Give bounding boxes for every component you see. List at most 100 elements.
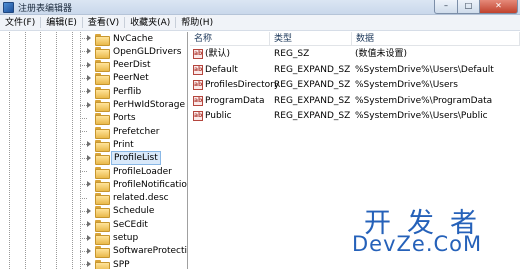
- tree-guide-line: [25, 32, 26, 269]
- folder-icon: [95, 233, 110, 245]
- tree-connector: [80, 264, 87, 266]
- tree-item[interactable]: ProfileNotification: [80, 178, 187, 192]
- tree-item-label: Schedule: [113, 206, 155, 217]
- tree-item[interactable]: SoftwareProtectionPlatform: [80, 245, 187, 259]
- tree-connector: [80, 144, 87, 146]
- window-title: 注册表编辑器: [18, 4, 73, 14]
- value-name: (默认): [205, 49, 231, 59]
- tree-item[interactable]: PeerNet: [80, 72, 151, 86]
- value-row[interactable]: ab Public REG_EXPAND_SZ %SystemDrive%\Users…: [190, 109, 520, 123]
- value-type: REG_EXPAND_SZ: [274, 111, 351, 121]
- expand-arrow-icon[interactable]: [87, 48, 91, 55]
- menu-view[interactable]: 查看(V): [83, 15, 124, 31]
- key-tree[interactable]: NvCache OpenGLDrivers PeerDist PeerNet Perfl…: [0, 32, 188, 269]
- value-name: Default: [205, 64, 238, 75]
- menu-edit[interactable]: 编辑(E): [41, 15, 82, 31]
- tree-item[interactable]: NvCache: [80, 32, 155, 46]
- expand-arrow-icon[interactable]: [87, 88, 91, 95]
- tree-item-label: Perflib: [113, 86, 142, 97]
- value-row[interactable]: ab (默认) REG_SZ (数值未设置): [190, 47, 520, 61]
- tree-item[interactable]: ProfileList: [80, 151, 161, 166]
- tree-item-label: related.desc: [113, 193, 169, 204]
- close-button[interactable]: ✕: [480, 0, 518, 14]
- folder-icon: [95, 139, 110, 152]
- tree-item-label: OpenGLDrivers: [113, 46, 182, 57]
- tree-connector: [80, 117, 87, 119]
- expand-arrow-icon[interactable]: [87, 181, 91, 188]
- regedit-icon: [3, 2, 14, 13]
- menu-file[interactable]: 文件(F): [0, 15, 40, 31]
- expand-arrow-icon[interactable]: [87, 141, 91, 148]
- column-header-data[interactable]: 数据: [352, 32, 520, 46]
- watermark-en: DevZe.CoM: [352, 232, 483, 256]
- tree-item[interactable]: SeCEdit: [80, 218, 150, 232]
- tree-item[interactable]: OpenGLDrivers: [80, 45, 183, 59]
- expand-arrow-icon[interactable]: [87, 247, 91, 254]
- folder-icon: [95, 246, 110, 259]
- tree-connector: [80, 184, 87, 186]
- column-header-type[interactable]: 类型: [270, 32, 352, 46]
- tree-item[interactable]: PerHwIdStorage: [80, 99, 187, 112]
- tree-item-label: PeerNet: [113, 73, 149, 84]
- tree-item[interactable]: Print: [80, 138, 136, 152]
- folder-icon: [95, 153, 110, 166]
- folder-icon: [95, 126, 110, 139]
- expand-arrow-icon[interactable]: [87, 234, 91, 241]
- value-type: REG_EXPAND_SZ: [274, 64, 351, 75]
- tree-item[interactable]: Schedule: [80, 205, 156, 219]
- folder-icon: [95, 60, 110, 73]
- expand-arrow-icon[interactable]: [87, 74, 91, 81]
- expand-arrow-icon[interactable]: [87, 221, 91, 228]
- tree-item[interactable]: Perflib: [80, 85, 143, 99]
- tree-connector: [80, 171, 87, 172]
- value-data: (数值未设置): [355, 49, 408, 59]
- value-name: Public: [205, 111, 232, 121]
- menu-help[interactable]: 帮助(H): [176, 15, 218, 31]
- tree-item-label: setup: [113, 233, 139, 243]
- expand-arrow-icon[interactable]: [87, 101, 91, 108]
- value-row[interactable]: ab ProgramData REG_EXPAND_SZ %SystemDrive%\…: [190, 94, 520, 108]
- tree-guide-line: [9, 32, 10, 269]
- value-row[interactable]: ab Default REG_EXPAND_SZ %SystemDrive%\User…: [190, 63, 520, 77]
- value-data: %SystemDrive%\Users: [355, 80, 458, 90]
- expand-arrow-icon[interactable]: [87, 61, 91, 68]
- folder-icon: [95, 113, 110, 126]
- tree-item[interactable]: setup: [80, 232, 140, 245]
- tree-connector: [80, 104, 87, 106]
- expand-arrow-icon[interactable]: [87, 261, 91, 268]
- value-data: %SystemDrive%\ProgramData: [355, 95, 493, 106]
- minimize-button[interactable]: –: [434, 0, 458, 14]
- value-type: REG_EXPAND_SZ: [274, 95, 351, 106]
- tree-item[interactable]: ProfileLoader: [80, 165, 174, 179]
- ab-string-icon: ab: [193, 111, 203, 121]
- expand-arrow-icon[interactable]: [87, 154, 91, 161]
- folder-icon: [95, 46, 110, 59]
- ab-string-icon: ab: [193, 95, 203, 106]
- menu-bar: 文件(F) 编辑(E) 查看(V) 收藏夹(A) 帮助(H): [0, 15, 520, 31]
- expand-arrow-icon[interactable]: [87, 35, 91, 41]
- tree-item[interactable]: Ports: [80, 112, 138, 126]
- expand-arrow-icon[interactable]: [87, 207, 91, 214]
- menu-favorites[interactable]: 收藏夹(A): [125, 15, 175, 31]
- tree-item[interactable]: Prefetcher: [80, 125, 161, 139]
- tree-item[interactable]: related.desc: [80, 192, 171, 206]
- tree-item-label: PeerDist: [113, 60, 151, 71]
- tree-item-label: Print: [113, 139, 134, 150]
- tree-connector: [80, 91, 87, 93]
- tree-connector: [80, 77, 87, 79]
- tree-connector: [80, 224, 87, 226]
- tree-guide-line: [80, 32, 81, 269]
- maximize-button[interactable]: □: [458, 0, 480, 14]
- tree-connector: [80, 38, 87, 39]
- ab-string-icon: ab: [193, 49, 203, 59]
- tree-guide-line: [40, 32, 41, 269]
- tree-item[interactable]: PeerDist: [80, 59, 153, 73]
- tree-item-label: SeCEdit: [113, 219, 148, 230]
- column-header-name[interactable]: 名称: [190, 32, 270, 46]
- value-type: REG_SZ: [274, 49, 310, 59]
- window-controls: – □ ✕: [434, 0, 518, 14]
- folder-icon: [95, 33, 110, 46]
- value-row[interactable]: ab ProfilesDirectory REG_EXPAND_SZ %SystemD…: [190, 78, 520, 92]
- tree-connector: [80, 64, 87, 66]
- tree-item[interactable]: SPP: [80, 258, 132, 269]
